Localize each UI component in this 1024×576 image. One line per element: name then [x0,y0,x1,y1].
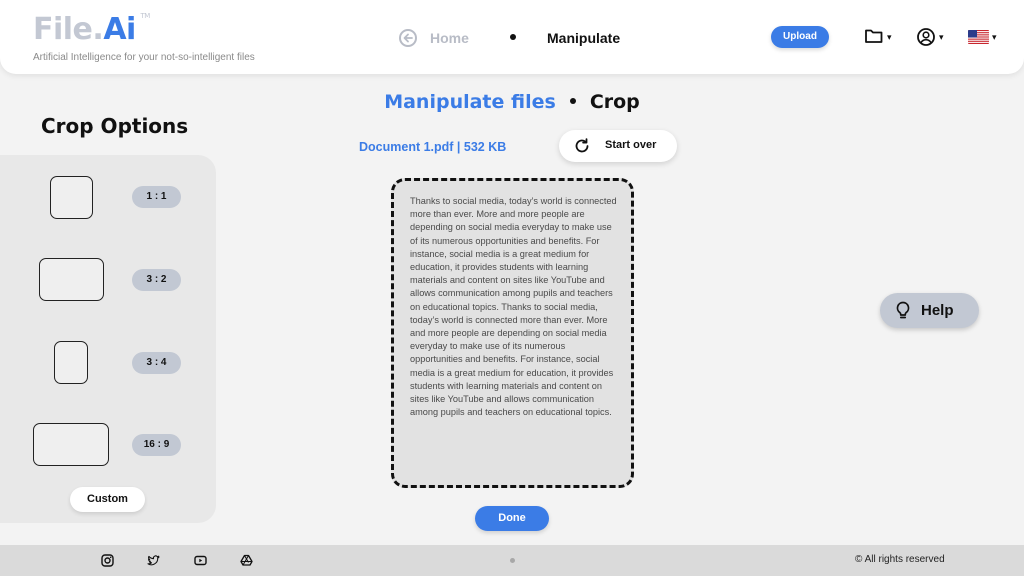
document-text: Thanks to social media, today’s world is… [410,196,617,418]
ratio-16-9-preview[interactable] [33,423,109,466]
ratio-3-4-button[interactable]: 3 : 4 [132,352,181,374]
page-title-primary: Manipulate files [384,91,556,113]
account-dropdown-caret[interactable]: ▾ [939,32,944,43]
copyright-text: © All rights reserved [855,554,945,565]
us-flag-icon[interactable] [968,30,989,44]
user-circle-icon[interactable] [916,27,936,47]
custom-ratio-button[interactable]: Custom [70,487,145,512]
ratio-3-2-button[interactable]: 3 : 2 [132,269,181,291]
start-over-label: Start over [605,139,657,151]
youtube-icon[interactable] [194,554,207,567]
google-drive-icon[interactable] [240,554,253,567]
crop-selection-frame[interactable]: Thanks to social media, today’s world is… [391,178,634,488]
logo-text-file: File. [33,12,104,47]
language-dropdown-caret[interactable]: ▾ [992,32,997,43]
help-button[interactable]: Help [880,293,979,328]
footer-indicator-dot [510,558,515,563]
instagram-icon[interactable] [101,554,114,567]
ratio-16-9-button[interactable]: 16 : 9 [132,434,181,456]
logo-text-ai: Ai [103,12,136,47]
lightbulb-icon [896,301,910,319]
crop-options-title: Crop Options [41,114,189,138]
ratio-1-1-preview[interactable] [50,176,93,219]
done-button[interactable]: Done [475,506,549,531]
crop-options-panel: 1 : 1 3 : 2 3 : 4 16 : 9 Custom [0,155,216,523]
upload-button[interactable]: Upload [771,26,829,48]
ratio-3-4-preview[interactable] [54,341,88,384]
nav-home-link[interactable]: Home [430,30,469,46]
back-arrow-circle-icon[interactable] [399,29,417,47]
folder-dropdown-caret[interactable]: ▾ [887,32,892,43]
logo-trademark: TM [140,12,151,20]
ratio-1-1-button[interactable]: 1 : 1 [132,186,181,208]
nav-separator-dot [510,34,516,40]
document-info: Document 1.pdf | 532 KB [359,140,507,154]
title-separator-dot [569,97,576,104]
help-label: Help [921,302,954,319]
page-title: Manipulate files Crop [0,91,1024,113]
tagline: Artificial Intelligence for your not-so-… [33,52,255,63]
refresh-icon [575,138,589,153]
top-header: File.Ai TM Artificial Intelligence for y… [0,0,1024,74]
twitter-icon[interactable] [147,554,160,567]
app-logo[interactable]: File.Ai TM [33,12,150,47]
ratio-3-2-preview[interactable] [39,258,104,301]
folder-icon[interactable] [864,27,884,47]
footer: © All rights reserved [0,545,1024,576]
page-title-secondary: Crop [589,91,640,113]
nav-current-manipulate[interactable]: Manipulate [547,30,620,46]
start-over-button[interactable]: Start over [559,130,677,162]
